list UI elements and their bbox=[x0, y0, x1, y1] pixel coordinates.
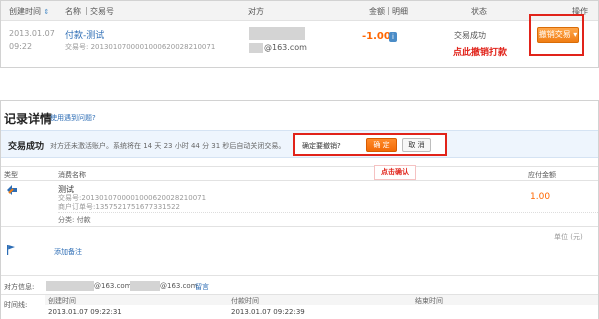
table-row: 2013.01.07 09:22 付款-测试 交易号: 201301070000… bbox=[1, 14, 598, 68]
timeline-ended-label: 结束时间 bbox=[415, 297, 443, 305]
header-separator: | bbox=[85, 6, 88, 15]
table-header: 创建时间 ⇕ 名称 | 交易号 对方 金额 | 明细 状态 操作 bbox=[1, 1, 598, 21]
timeline-created-value: 2013.01.07 09:22:31 bbox=[48, 308, 122, 316]
redacted-name bbox=[249, 27, 305, 40]
confirm-button[interactable]: 确 定 bbox=[366, 138, 397, 152]
cancel-button[interactable]: 取 消 bbox=[402, 138, 431, 152]
header-separator: | bbox=[387, 6, 390, 15]
detail-info-icon[interactable]: i bbox=[389, 32, 397, 42]
row-trade-number: 交易号: 2013010700001000620028210071 bbox=[65, 43, 216, 51]
timeline-created-label: 创建时间 bbox=[48, 297, 76, 305]
header-name: 名称 bbox=[65, 7, 81, 16]
header-status: 状态 bbox=[471, 7, 487, 16]
row-date: 2013.01.07 bbox=[9, 29, 55, 38]
redacted-email bbox=[249, 43, 263, 53]
column-name: 消费名称 bbox=[58, 171, 86, 179]
confirm-prompt: 确定要撤销? bbox=[302, 142, 341, 150]
transaction-list-panel: 创建时间 ⇕ 名称 | 交易号 对方 金额 | 明细 状态 操作 2013.01… bbox=[0, 0, 599, 68]
dropdown-arrow-icon: ▾ bbox=[573, 30, 578, 39]
flag-icon bbox=[7, 245, 15, 255]
add-note-link[interactable]: 添加备注 bbox=[54, 247, 82, 257]
item-category: 分类: 付款 bbox=[58, 216, 91, 224]
row-email: @163.com bbox=[264, 43, 307, 52]
status-label: 交易成功 bbox=[8, 142, 45, 152]
item-amount: 1.00 bbox=[530, 192, 551, 202]
header-counterparty: 对方 bbox=[248, 7, 264, 16]
status-message: 对方还未激活账户。系统将在 14 天 23 小时 44 分 31 秒后自动关闭交… bbox=[50, 142, 286, 150]
item-order-number: 商户订单号:1357521751677331522 bbox=[58, 203, 180, 211]
header-amount: 金额 bbox=[369, 7, 385, 16]
help-link[interactable]: 使用遇到问题? bbox=[50, 113, 96, 123]
confirm-hint-annotation: 点击确认 bbox=[374, 165, 416, 180]
timeline-header bbox=[45, 295, 598, 305]
party-email-2: @163.com bbox=[160, 282, 198, 290]
divider bbox=[1, 180, 598, 181]
timeline-paid-label: 付款时间 bbox=[231, 297, 259, 305]
row-time: 09:22 bbox=[9, 42, 33, 51]
detail-title: 记录详情 bbox=[4, 112, 53, 126]
record-detail-panel: 记录详情 使用遇到问题? 交易成功 对方还未激活账户。系统将在 14 天 23 … bbox=[0, 100, 599, 319]
column-amount: 应付金额 bbox=[528, 171, 556, 179]
cancel-trade-button[interactable]: 撤销交易 ▾ bbox=[537, 27, 579, 43]
payment-type-icon bbox=[7, 185, 17, 195]
timeline-label: 时间线: bbox=[4, 301, 28, 309]
divider bbox=[1, 166, 598, 167]
row-amount: -1.00 bbox=[362, 31, 391, 42]
column-type: 类型 bbox=[4, 171, 18, 179]
party-email-1: @163.com bbox=[94, 282, 132, 290]
header-detail: 明细 bbox=[392, 7, 408, 16]
row-status: 交易成功 bbox=[454, 31, 486, 40]
redacted-party-1 bbox=[46, 281, 94, 291]
leave-message-link[interactable]: 留言 bbox=[195, 282, 209, 292]
unit-label: 单位 (元) bbox=[554, 233, 583, 241]
divider bbox=[1, 226, 598, 227]
header-trade-no: 交易号 bbox=[90, 7, 114, 16]
header-created[interactable]: 创建时间 ⇕ bbox=[9, 6, 49, 17]
cancel-hint-annotation: 点此撤销打款 bbox=[453, 48, 508, 58]
timeline-paid-value: 2013.01.07 09:22:39 bbox=[231, 308, 305, 316]
confirm-dialog: 确定要撤销? 确 定 取 消 bbox=[293, 133, 447, 156]
row-title-link[interactable]: 付款-测试 bbox=[65, 28, 104, 41]
divider bbox=[58, 212, 598, 213]
redacted-party-2 bbox=[130, 281, 160, 291]
divider bbox=[1, 275, 598, 276]
party-label: 对方信息: bbox=[4, 283, 35, 291]
sort-icon[interactable]: ⇕ bbox=[44, 8, 50, 16]
